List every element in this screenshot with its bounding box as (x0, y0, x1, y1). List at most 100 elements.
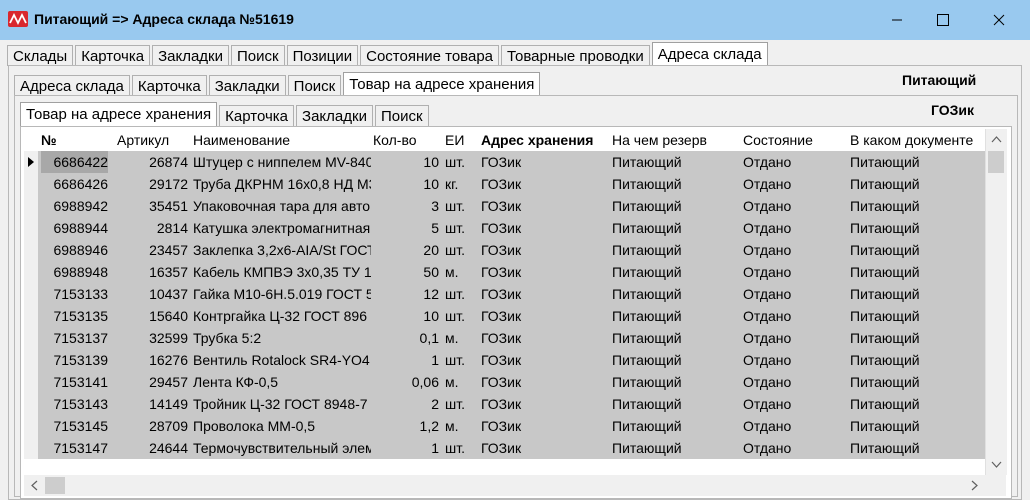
row-indicator[interactable] (24, 283, 38, 305)
table-row[interactable]: 6686422 26874 Штуцер с ниппелем MV-840 10 шт… (24, 151, 985, 173)
tab-l3-zakladki[interactable]: Закладки (296, 105, 373, 126)
cell-name: Заклепка 3,2х6-AIA/St ГОСТ (193, 242, 371, 258)
cell-number: 7153147 (53, 440, 108, 456)
cell-article: 29172 (149, 176, 188, 192)
tab-l2-tovar-na-adrese[interactable]: Товар на адресе хранения (343, 72, 541, 96)
table-row[interactable]: 6988944 2814 Катушка электромагнитная 5 шт. Г… (24, 217, 985, 239)
tab-pozitsii[interactable]: Позиции (286, 45, 359, 66)
title-bar: Питающий => Адреса склада №51619 (0, 0, 1030, 40)
horizontal-scrollbar[interactable] (24, 475, 985, 496)
col-document[interactable]: В каком документе (850, 129, 985, 151)
tab-tovarnye-provodki[interactable]: Товарные проводки (501, 45, 650, 66)
tab-l3-tovar-na-adrese[interactable]: Товар на адресе хранения (20, 102, 218, 126)
table-row[interactable]: 7153147 24644 Термочувствительный элем 1 шт.… (24, 437, 985, 459)
cell-storage-address: ГОЗик (481, 176, 522, 192)
cell-qty: 12 (423, 286, 439, 302)
cell-unit: шт. (445, 308, 465, 324)
tab-l2-kartochka[interactable]: Карточка (131, 75, 207, 96)
row-indicator[interactable] (24, 261, 38, 283)
cell-document: Питающий (850, 352, 920, 368)
cell-unit: шт. (445, 352, 465, 368)
table-row[interactable]: 7153135 15640 Контргайка Ц-32 ГОСТ 896 10 шт… (24, 305, 985, 327)
row-indicator[interactable] (24, 415, 38, 437)
cell-name: Тройник Ц-32 ГОСТ 8948-7 (193, 396, 368, 412)
tab-sklady[interactable]: Склады (7, 45, 74, 66)
col-name[interactable]: Наименование (193, 129, 371, 151)
current-row-icon (28, 157, 34, 167)
row-indicator[interactable] (24, 239, 38, 261)
table-row[interactable]: 6686426 29172 Труба ДКРНМ 16х0,8 НД М3 10 кг… (24, 173, 985, 195)
scroll-up-icon[interactable] (986, 129, 1007, 150)
col-article[interactable]: Артикул (117, 129, 187, 151)
row-indicator[interactable] (24, 437, 38, 459)
table-row[interactable]: 7153137 32599 Трубка 5:2 0,1 м. ГОЗик Питающий… (24, 327, 985, 349)
scroll-down-icon[interactable] (986, 454, 1007, 475)
tab-poisk[interactable]: Поиск (230, 45, 285, 66)
items-grid[interactable]: № Артикул Наименование Кол-во ЕИ Адрес х… (24, 129, 985, 460)
cell-document: Питающий (850, 264, 920, 280)
cell-storage-address: ГОЗик (481, 374, 522, 390)
row-indicator[interactable] (24, 151, 38, 173)
col-storage-address[interactable]: Адрес хранения (481, 129, 607, 151)
cell-number: 7153133 (53, 286, 108, 302)
horizontal-scroll-thumb[interactable] (45, 477, 65, 494)
cell-number: 7153139 (53, 352, 108, 368)
cell-state: Отдано (743, 440, 792, 456)
table-row[interactable]: 6988946 23457 Заклепка 3,2х6-AIA/St ГОСТ 20… (24, 239, 985, 261)
cell-qty: 1,2 (419, 418, 439, 434)
table-row[interactable]: 6988948 16357 Кабель КМПВЭ 3х0,35 ТУ 16 50 м… (24, 261, 985, 283)
table-row[interactable]: 7153143 14149 Тройник Ц-32 ГОСТ 8948-7 2 шт.… (24, 393, 985, 415)
cell-article: 28709 (149, 418, 188, 434)
tab-kartochka[interactable]: Карточка (75, 45, 151, 66)
cell-storage-address: ГОЗик (481, 308, 522, 324)
cell-number: 7153137 (53, 330, 108, 346)
tab-l2-poisk[interactable]: Поиск (287, 75, 342, 96)
close-button[interactable] (976, 0, 1022, 40)
tab-l3-kartochka[interactable]: Карточка (219, 105, 295, 126)
cell-reserve: Питающий (612, 154, 682, 170)
table-row[interactable]: 7153141 29457 Лента КФ-0,5 0,06 м. ГОЗик Питаю… (24, 371, 985, 393)
cell-state: Отдано (743, 286, 792, 302)
row-indicator[interactable] (24, 327, 38, 349)
col-reserve[interactable]: На чем резерв (612, 129, 738, 151)
row-indicator[interactable] (24, 195, 38, 217)
cell-document: Питающий (850, 308, 920, 324)
cell-reserve: Питающий (612, 396, 682, 412)
col-unit[interactable]: ЕИ (445, 129, 475, 151)
scroll-right-icon[interactable] (964, 475, 985, 496)
cell-qty: 2 (431, 396, 439, 412)
cell-reserve: Питающий (612, 198, 682, 214)
cell-qty: 10 (423, 308, 439, 324)
tab-zakladki[interactable]: Закладки (152, 45, 229, 66)
cell-storage-address: ГОЗик (481, 440, 522, 456)
table-row[interactable]: 6988942 35451 Упаковочная тара для авто 3 шт… (24, 195, 985, 217)
cell-name: Штуцер с ниппелем MV-840 (193, 154, 371, 170)
table-row[interactable]: 7153139 16276 Вентиль Rotalock SR4-YO4 1 шт.… (24, 349, 985, 371)
tab-l3-poisk[interactable]: Поиск (374, 105, 429, 126)
tab-l2-adresa-sklada[interactable]: Адреса склада (14, 75, 130, 96)
table-row[interactable]: 7153145 28709 Проволока ММ-0,5 1,2 м. ГОЗик Пи… (24, 415, 985, 437)
vertical-scroll-thumb[interactable] (988, 151, 1004, 173)
col-number[interactable]: № (41, 129, 111, 151)
cell-name: Кабель КМПВЭ 3х0,35 ТУ 16 (193, 264, 371, 280)
cell-document: Питающий (850, 198, 920, 214)
table-row[interactable]: 7153133 10437 Гайка М10-6Н.5.019 ГОСТ 5 12 ш… (24, 283, 985, 305)
vertical-scrollbar[interactable] (985, 129, 1007, 475)
row-indicator[interactable] (24, 371, 38, 393)
tab-adresa-sklada[interactable]: Адреса склада (651, 42, 768, 66)
scroll-left-icon[interactable] (24, 475, 45, 496)
col-qty[interactable]: Кол-во (373, 129, 439, 151)
row-indicator[interactable] (24, 173, 38, 195)
minimize-button[interactable] (874, 0, 920, 40)
cell-document: Питающий (850, 374, 920, 390)
tab-l2-zakladki[interactable]: Закладки (208, 75, 286, 96)
cell-number: 7153141 (53, 374, 108, 390)
row-indicator[interactable] (24, 349, 38, 371)
row-indicator[interactable] (24, 393, 38, 415)
row-indicator[interactable] (24, 217, 38, 239)
maximize-button[interactable] (920, 0, 966, 40)
tab-sostoyanie-tovara[interactable]: Состояние товара (360, 45, 500, 66)
cell-number: 7153135 (53, 308, 108, 324)
row-indicator[interactable] (24, 305, 38, 327)
col-state[interactable]: Состояние (743, 129, 845, 151)
